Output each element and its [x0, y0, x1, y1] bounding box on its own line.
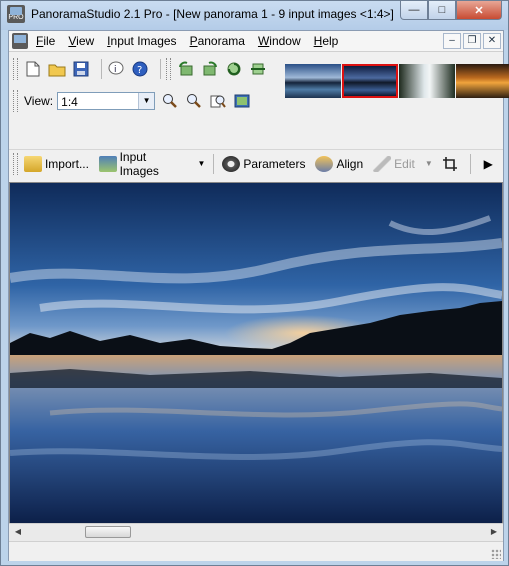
- input-images-button[interactable]: Input Images: [98, 149, 188, 178]
- open-folder-icon: [23, 155, 42, 172]
- panorama-image-view[interactable]: [9, 182, 503, 525]
- svg-text:?: ?: [137, 65, 142, 76]
- maximize-button[interactable]: □: [428, 1, 456, 20]
- toolbar-separator: [213, 153, 215, 174]
- toolbar-separator: [101, 59, 102, 79]
- mdi-buttons: – ❐ ✕: [441, 33, 501, 49]
- horizontal-scrollbar[interactable]: ◀ ▶: [9, 523, 503, 541]
- edit-button-label: Edit: [394, 156, 415, 171]
- toolbar-separator: [470, 153, 472, 174]
- view-zoom-value: 1:4: [61, 95, 78, 109]
- client-area: File View Input Images Panorama Window H…: [8, 30, 509, 561]
- window-title: PanoramaStudio 2.1 Pro - [New panorama 1…: [31, 7, 394, 21]
- file-toolbar: i ?: [13, 58, 273, 80]
- scrollbar-thumb[interactable]: [85, 526, 131, 538]
- mdi-minimize-button[interactable]: –: [443, 33, 461, 49]
- info-icon[interactable]: i: [107, 60, 125, 78]
- menu-window[interactable]: Window: [258, 34, 301, 48]
- thumbnail-2[interactable]: [342, 64, 398, 98]
- toolbar-grip[interactable]: [13, 152, 18, 175]
- chevron-down-icon[interactable]: ▼: [198, 159, 206, 168]
- toolbar-grip[interactable]: [13, 58, 18, 80]
- thumbnail-4[interactable]: [456, 64, 509, 98]
- app-window: PRO PanoramaStudio 2.1 Pro - [New panora…: [0, 0, 509, 566]
- menu-panorama[interactable]: Panorama: [190, 34, 245, 48]
- chevron-right-icon[interactable]: ▶: [479, 155, 497, 173]
- toolbar-grip[interactable]: [13, 90, 18, 112]
- flip-icon[interactable]: [249, 60, 267, 78]
- scroll-right-icon[interactable]: ▶: [487, 526, 501, 538]
- rotate-left-icon[interactable]: [177, 60, 195, 78]
- toolbar-panel: i ? View: 1:4 ▼: [9, 51, 509, 152]
- document-icon[interactable]: [12, 33, 28, 49]
- menu-input-images[interactable]: Input Images: [107, 34, 176, 48]
- mdi-close-button[interactable]: ✕: [483, 33, 501, 49]
- zoom-actual-size-icon[interactable]: [209, 92, 227, 110]
- open-folder-icon[interactable]: [48, 60, 66, 78]
- help-icon[interactable]: ?: [131, 60, 149, 78]
- menu-help[interactable]: Help: [314, 34, 339, 48]
- chevron-down-icon[interactable]: ▼: [138, 93, 155, 109]
- view-toolbar: View: 1:4 ▼: [13, 90, 257, 112]
- align-button-label: Align: [336, 156, 364, 171]
- crop-icon[interactable]: [441, 155, 459, 173]
- parameters-button-label: Parameters: [243, 156, 306, 171]
- app-icon[interactable]: PRO: [7, 5, 25, 23]
- resize-grip-icon[interactable]: [491, 549, 501, 559]
- gear-icon: [222, 155, 241, 172]
- title-bar[interactable]: PRO PanoramaStudio 2.1 Pro - [New panora…: [1, 1, 508, 30]
- close-button[interactable]: ✕: [456, 1, 502, 20]
- new-file-icon[interactable]: [24, 60, 42, 78]
- rotate-right-icon[interactable]: [201, 60, 219, 78]
- svg-text:i: i: [114, 65, 117, 75]
- input-image-thumbnails: [285, 64, 509, 98]
- parameters-button[interactable]: Parameters: [222, 155, 306, 172]
- menu-file[interactable]: File: [36, 34, 55, 48]
- import-button[interactable]: Import...: [23, 155, 89, 172]
- scroll-left-icon[interactable]: ◀: [11, 526, 25, 538]
- view-zoom-select[interactable]: 1:4 ▼: [57, 92, 156, 110]
- import-button-label: Import...: [44, 156, 89, 171]
- panorama-image: [10, 183, 502, 524]
- align-icon: [315, 155, 334, 172]
- menu-view[interactable]: View: [68, 34, 94, 48]
- edit-button[interactable]: Edit: [373, 155, 415, 172]
- menu-bar: File View Input Images Panorama Window H…: [9, 31, 503, 51]
- minimize-button[interactable]: —: [400, 1, 428, 20]
- thumbnail-3[interactable]: [399, 64, 455, 98]
- mdi-restore-button[interactable]: ❐: [463, 33, 481, 49]
- zoom-in-icon[interactable]: [161, 92, 179, 110]
- caption-buttons: — □ ✕: [400, 1, 502, 20]
- main-toolbar: Import... Input Images ▼ Parameters Alig…: [9, 149, 503, 178]
- close-icon: ✕: [474, 4, 484, 17]
- input-images-button-label: Input Images: [119, 149, 159, 178]
- rotate-cw-icon[interactable]: [225, 60, 243, 78]
- status-bar: [9, 541, 503, 561]
- maximize-icon: □: [438, 4, 446, 16]
- menu-items: File View Input Images Panorama Window H…: [36, 34, 351, 48]
- images-icon: [98, 155, 117, 172]
- chevron-down-icon[interactable]: ▼: [425, 159, 433, 168]
- pen-icon: [373, 155, 392, 172]
- fit-window-icon[interactable]: [233, 92, 251, 110]
- minimize-icon: —: [408, 4, 420, 16]
- view-label: View:: [24, 94, 54, 108]
- zoom-out-icon[interactable]: [185, 92, 203, 110]
- align-button[interactable]: Align: [315, 155, 364, 172]
- save-icon[interactable]: [72, 60, 90, 78]
- thumbnail-1[interactable]: [285, 64, 341, 98]
- toolbar-grip[interactable]: [166, 58, 171, 80]
- toolbar-separator: [160, 59, 161, 79]
